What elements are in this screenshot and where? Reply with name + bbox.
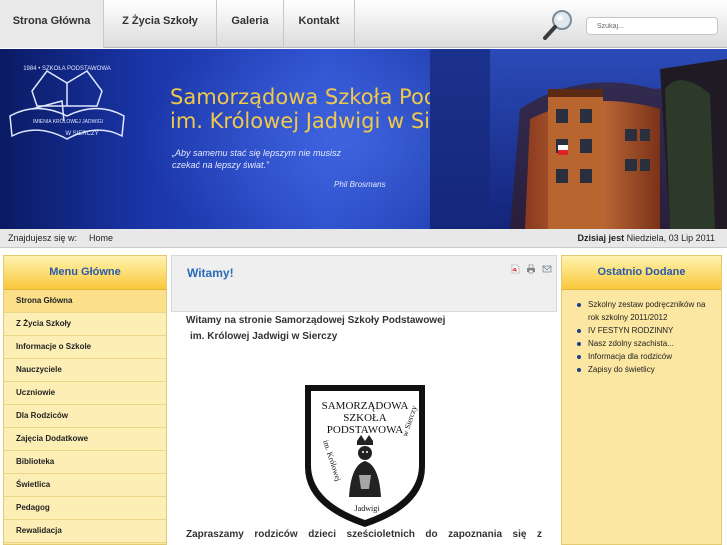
menu-item-swietlica[interactable]: Świetlica [4, 474, 166, 497]
menu-item-zajecia-dodatkowe[interactable]: Zajęcia Dodatkowe [4, 428, 166, 451]
svg-text:PODSTAWOWA: PODSTAWOWA [327, 424, 404, 436]
current-date: Dzisiaj jest Niedziela, 03 Lip 2011 [578, 233, 715, 243]
recent-item[interactable]: Zapisy do świetlicy [574, 363, 715, 376]
school-crest: SAMORZĄDOWA SZKOŁA PODSTAWOWA im. Królow… [305, 385, 425, 527]
menu-item-rewalidacja[interactable]: Rewalidacja [4, 520, 166, 543]
svg-text:W SIERCZY: W SIERCZY [65, 131, 98, 137]
quote-author: Phil Brosmans [334, 180, 386, 189]
breadcrumb-home-link[interactable]: Home [89, 233, 113, 243]
recent-item[interactable]: Szkolny zestaw podręczników na rok szkol… [574, 298, 715, 324]
banner-quote: „Aby samemu stać się lepszym nie musisz … [172, 147, 392, 171]
email-icon[interactable] [542, 264, 552, 274]
nav-z-zycia-szkoly[interactable]: Z Życia Szkoły [104, 0, 217, 48]
intro-line1: Witamy na stronie Samorządowej Szkoły Po… [186, 315, 446, 326]
recent-panel: Ostatnio Dodane Szkolny zestaw podręczni… [561, 255, 722, 545]
menu-item-dla-rodzicow[interactable]: Dla Rodziców [4, 405, 166, 428]
breadcrumb-label: Znajdujesz się w: [8, 233, 78, 243]
nav-kontakt[interactable]: Kontakt [284, 0, 355, 48]
article-intro: Witamy na stronie Samorządowej Szkoły Po… [186, 313, 445, 345]
svg-text:Jadwigi: Jadwigi [355, 504, 381, 513]
menu-item-pedagog[interactable]: Pedagog [4, 497, 166, 520]
search-icon[interactable] [540, 5, 578, 43]
svg-text:IMIENIA KRÓLOWEJ JADWIGI: IMIENIA KRÓLOWEJ JADWIGI [33, 118, 103, 125]
nav-galeria[interactable]: Galeria [217, 0, 284, 48]
main-content: Witamy! Witamy na stronie Samorządowej S… [171, 255, 557, 545]
main-menu: Menu Główne Strona Główna Z Życia Szkoły… [3, 255, 167, 545]
menu-item-biblioteka[interactable]: Biblioteka [4, 451, 166, 474]
school-logo: 1984 • SZKOŁA PODSTAWOWA IMIENIA KRÓLOWE… [9, 66, 125, 140]
article-header: Witamy! [171, 255, 557, 312]
svg-text:1984 • SZKOŁA PODSTAWOWA: 1984 • SZKOŁA PODSTAWOWA [23, 66, 111, 72]
pdf-icon[interactable] [510, 264, 520, 274]
recent-item[interactable]: IV FESTYN RODZINNY [574, 324, 715, 337]
recent-item[interactable]: Informacja dla rodziców [574, 350, 715, 363]
nav-strona-glowna[interactable]: Strona Główna [0, 0, 104, 48]
current-date-value: Niedziela, 03 Lip 2011 [626, 233, 715, 243]
intro-line2: im. Królowej Jadwigi w Sierczy [190, 331, 338, 342]
quote-line2: czekać na lepszy świat.” [172, 160, 270, 170]
article-lead: Zapraszamy rodziców dzieci sześcioletnic… [186, 529, 542, 540]
recent-item[interactable]: Nasz zdolny szachista... [574, 337, 715, 350]
school-building-photo [430, 49, 727, 229]
breadcrumb: Znajdujesz się w: Home Dzisiaj jest Nied… [0, 229, 727, 248]
article-title[interactable]: Witamy! [187, 266, 234, 280]
print-icon[interactable] [526, 264, 536, 274]
quote-line1: „Aby samemu stać się lepszym nie musisz [172, 148, 342, 158]
svg-text:SZKOŁA: SZKOŁA [343, 412, 386, 424]
recent-list: Szkolny zestaw podręczników na rok szkol… [562, 290, 721, 376]
current-date-label: Dzisiaj jest [577, 233, 625, 243]
recent-panel-title: Ostatnio Dodane [562, 256, 721, 290]
menu-item-strona-glowna[interactable]: Strona Główna [4, 290, 166, 313]
menu-item-nauczyciele[interactable]: Nauczyciele [4, 359, 166, 382]
menu-item-uczniowie[interactable]: Uczniowie [4, 382, 166, 405]
menu-item-informacje-o-szkole[interactable]: Informacje o Szkole [4, 336, 166, 359]
menu-item-z-zycia-szkoly[interactable]: Z Życia Szkoły [4, 313, 166, 336]
search-input[interactable] [586, 17, 718, 35]
main-menu-title: Menu Główne [4, 256, 166, 290]
svg-text:SAMORZĄDOWA: SAMORZĄDOWA [322, 400, 409, 412]
header-banner: 1984 • SZKOŁA PODSTAWOWA IMIENIA KRÓLOWE… [0, 49, 727, 229]
top-navigation: Strona Główna Z Życia Szkoły Galeria Kon… [0, 0, 727, 48]
